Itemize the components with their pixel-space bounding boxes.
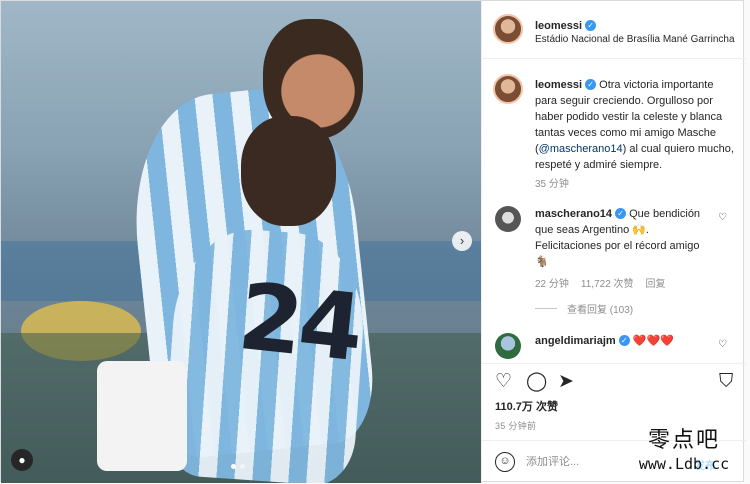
caption-mention[interactable]: @mascherano14 <box>539 143 623 155</box>
comment-avatar[interactable] <box>495 206 521 232</box>
divider <box>535 308 557 309</box>
header-user: leomessi ✓ <box>535 16 597 34</box>
jersey-number: 24 <box>233 263 365 382</box>
carousel-dot <box>231 464 236 469</box>
comment-text: ❤️❤️❤️ <box>632 335 674 347</box>
carousel-dots <box>231 464 245 469</box>
verified-icon: ✓ <box>585 79 597 90</box>
save-icon[interactable]: ⛉ <box>719 372 733 392</box>
post-time: 35 分钟前 <box>495 421 537 431</box>
comment-time: 22 分钟 <box>535 279 569 290</box>
comment-likes[interactable]: 11,722 次赞 <box>581 275 634 290</box>
caption-username[interactable]: leomessi <box>535 79 582 91</box>
comment-item: angeldimariajm ✓ ❤️❤️❤️ <box>535 334 674 347</box>
post-modal: 24 › ● leomessi ✓ Estádio Nacional de Bra… <box>0 0 746 483</box>
caption: leomessi ✓ Otra victoria importante para … <box>535 77 735 173</box>
like-count[interactable]: 110.7万 次赞 <box>495 398 558 414</box>
post-header: leomessi ✓ Estádio Nacional de Brasília M… <box>482 1 746 59</box>
comment-like-icon[interactable]: ♡ <box>718 212 727 223</box>
carousel-dot <box>240 464 245 469</box>
share-icon[interactable]: ➤ <box>558 372 574 392</box>
header-location[interactable]: Estádio Nacional de Brasília Mané Garrin… <box>535 34 735 45</box>
watermark: 零点吧 www.Ldb.cc <box>620 428 748 474</box>
player-head <box>241 116 336 226</box>
post-photo[interactable]: 24 › ● <box>1 1 481 483</box>
comment-item: mascherano14 ✓ Que bendición que seas Arg… <box>535 206 710 270</box>
caption-time: 35 分钟 <box>535 179 569 190</box>
user-tag-icon[interactable]: ● <box>11 449 33 471</box>
post-sidebar: leomessi ✓ Estádio Nacional de Brasília M… <box>481 1 746 483</box>
reply-button[interactable]: 回复 <box>646 275 666 290</box>
comment-meta: 22 分钟 11,722 次赞 回复 <box>535 275 666 290</box>
emoji-icon[interactable]: ☺ <box>495 452 515 472</box>
watermark-text: 零点吧 <box>647 428 720 453</box>
verified-icon: ✓ <box>615 208 627 219</box>
comment-icon[interactable]: ◯ <box>526 372 547 392</box>
avatar[interactable] <box>493 14 523 44</box>
chevron-right-icon[interactable]: › <box>452 231 472 251</box>
player-shorts <box>97 361 187 471</box>
caption-avatar[interactable] <box>493 74 523 104</box>
comment-username[interactable]: angeldimariajm <box>535 335 616 347</box>
verified-icon: ✓ <box>585 20 597 31</box>
header-username[interactable]: leomessi <box>535 20 582 32</box>
comment-like-icon[interactable]: ♡ <box>718 339 727 350</box>
view-replies[interactable]: 查看回复 (103) <box>535 301 633 316</box>
watermark-url: www.Ldb.cc <box>638 455 730 473</box>
comment-username[interactable]: mascherano14 <box>535 208 612 220</box>
like-icon[interactable]: ♡ <box>495 372 512 392</box>
verified-icon: ✓ <box>618 335 630 346</box>
view-replies-label[interactable]: 查看回复 (103) <box>567 301 633 316</box>
comment-avatar[interactable] <box>495 333 521 359</box>
